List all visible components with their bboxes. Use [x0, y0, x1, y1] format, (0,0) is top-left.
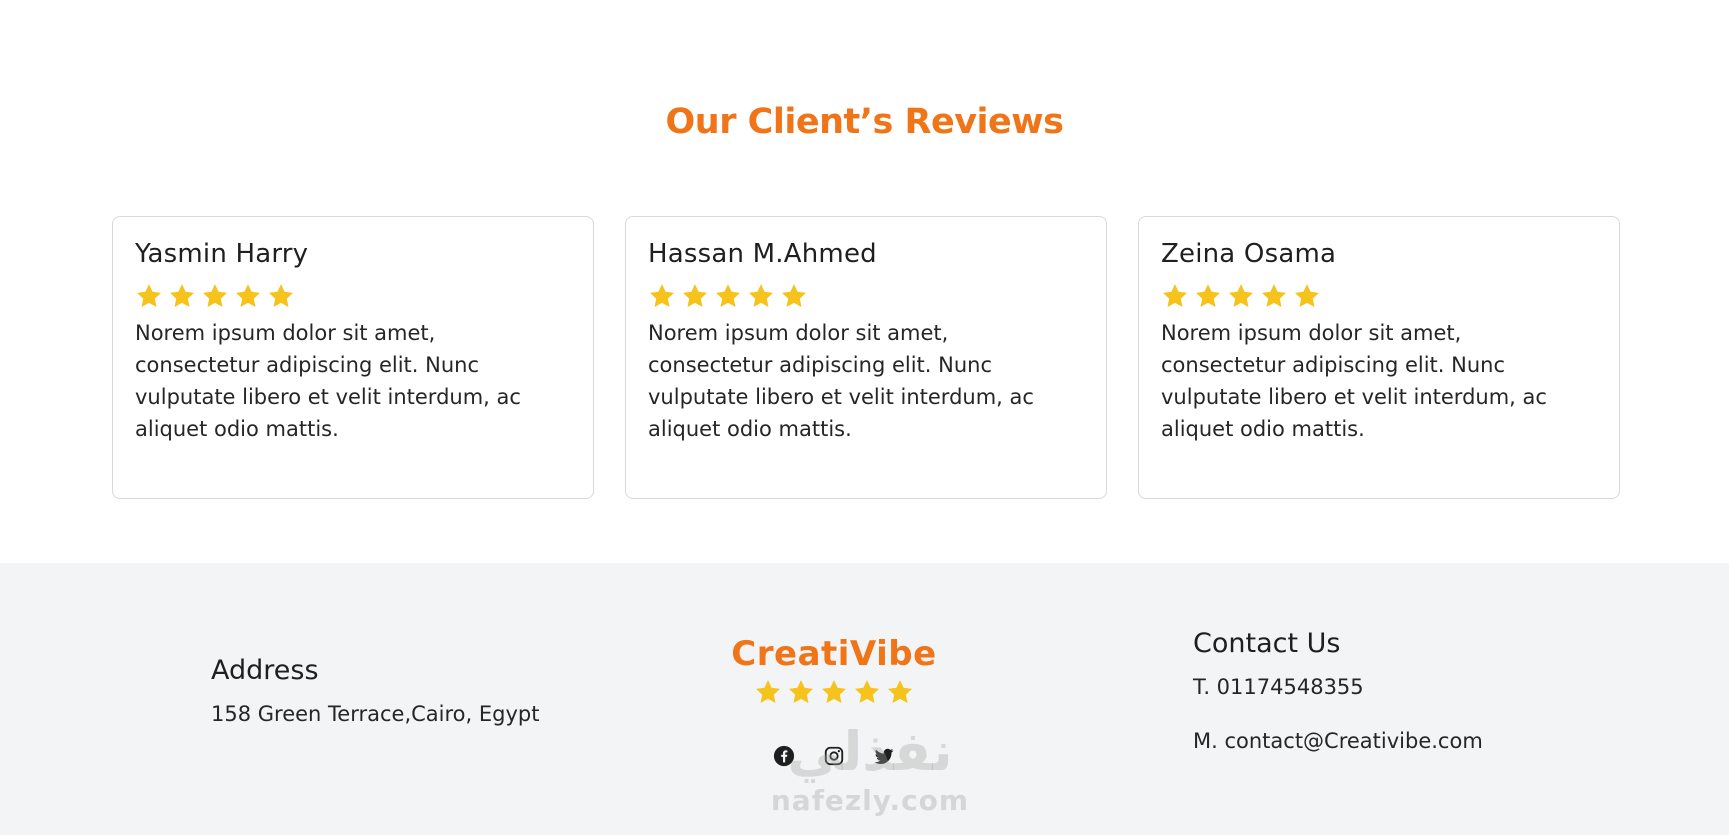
review-text: Norem ipsum dolor sit amet, consectetur …: [1161, 321, 1547, 441]
star-icon: [886, 678, 914, 706]
brand-logo: CreatiVibe: [731, 634, 937, 674]
star-rating: [648, 281, 1084, 311]
review-card: Zeina Osama Norem ipsum dolor sit amet, …: [1138, 216, 1620, 499]
star-icon: [853, 678, 881, 706]
star-icon: [648, 282, 676, 310]
star-icon: [747, 282, 775, 310]
reviewer-name: Yasmin Harry: [135, 239, 309, 269]
star-icon: [754, 678, 782, 706]
brand-block: CreatiVibe: [630, 633, 1038, 769]
star-icon: [714, 282, 742, 310]
star-icon: [168, 282, 196, 310]
star-icon: [267, 282, 295, 310]
facebook-icon[interactable]: [771, 743, 797, 769]
star-icon: [1260, 282, 1288, 310]
review-card: Yasmin Harry Norem ipsum dolor sit amet,…: [112, 216, 594, 499]
contact-block: Contact Us T. 01174548355 M. contact@Cre…: [1193, 626, 1483, 756]
contact-heading: Contact Us: [1193, 628, 1341, 659]
instagram-icon[interactable]: [821, 743, 847, 769]
star-icon: [201, 282, 229, 310]
star-icon: [681, 282, 709, 310]
twitter-icon[interactable]: [871, 743, 897, 769]
address-block: Address 158 Green Terrace,Cairo, Egypt: [211, 653, 539, 729]
reviewer-name: Zeina Osama: [1161, 239, 1337, 269]
social-links: [630, 743, 1038, 769]
star-icon: [1161, 282, 1189, 310]
address-heading: Address: [211, 655, 319, 686]
star-icon: [780, 282, 808, 310]
star-rating: [1161, 281, 1597, 311]
brand-star-rating: [630, 677, 1038, 707]
review-cards: Yasmin Harry Norem ipsum dolor sit amet,…: [112, 216, 1620, 499]
footer: Address 158 Green Terrace,Cairo, Egypt C…: [0, 563, 1729, 835]
address-line: 158 Green Terrace,Cairo, Egypt: [211, 702, 540, 726]
star-icon: [135, 282, 163, 310]
star-icon: [234, 282, 262, 310]
contact-phone[interactable]: T. 01174548355: [1193, 672, 1483, 702]
review-card: Hassan M.Ahmed Norem ipsum dolor sit ame…: [625, 216, 1107, 499]
review-text: Norem ipsum dolor sit amet, consectetur …: [648, 321, 1034, 441]
star-rating: [135, 281, 571, 311]
star-icon: [820, 678, 848, 706]
star-icon: [787, 678, 815, 706]
reviewer-name: Hassan M.Ahmed: [648, 239, 877, 269]
star-icon: [1227, 282, 1255, 310]
review-text: Norem ipsum dolor sit amet, consectetur …: [135, 321, 521, 441]
reviews-title: Our Client’s Reviews: [665, 102, 1064, 142]
star-icon: [1293, 282, 1321, 310]
contact-email[interactable]: M. contact@Creativibe.com: [1193, 726, 1483, 756]
reviews-section: Our Client’s Reviews Yasmin Harry Norem …: [0, 0, 1729, 563]
star-icon: [1194, 282, 1222, 310]
